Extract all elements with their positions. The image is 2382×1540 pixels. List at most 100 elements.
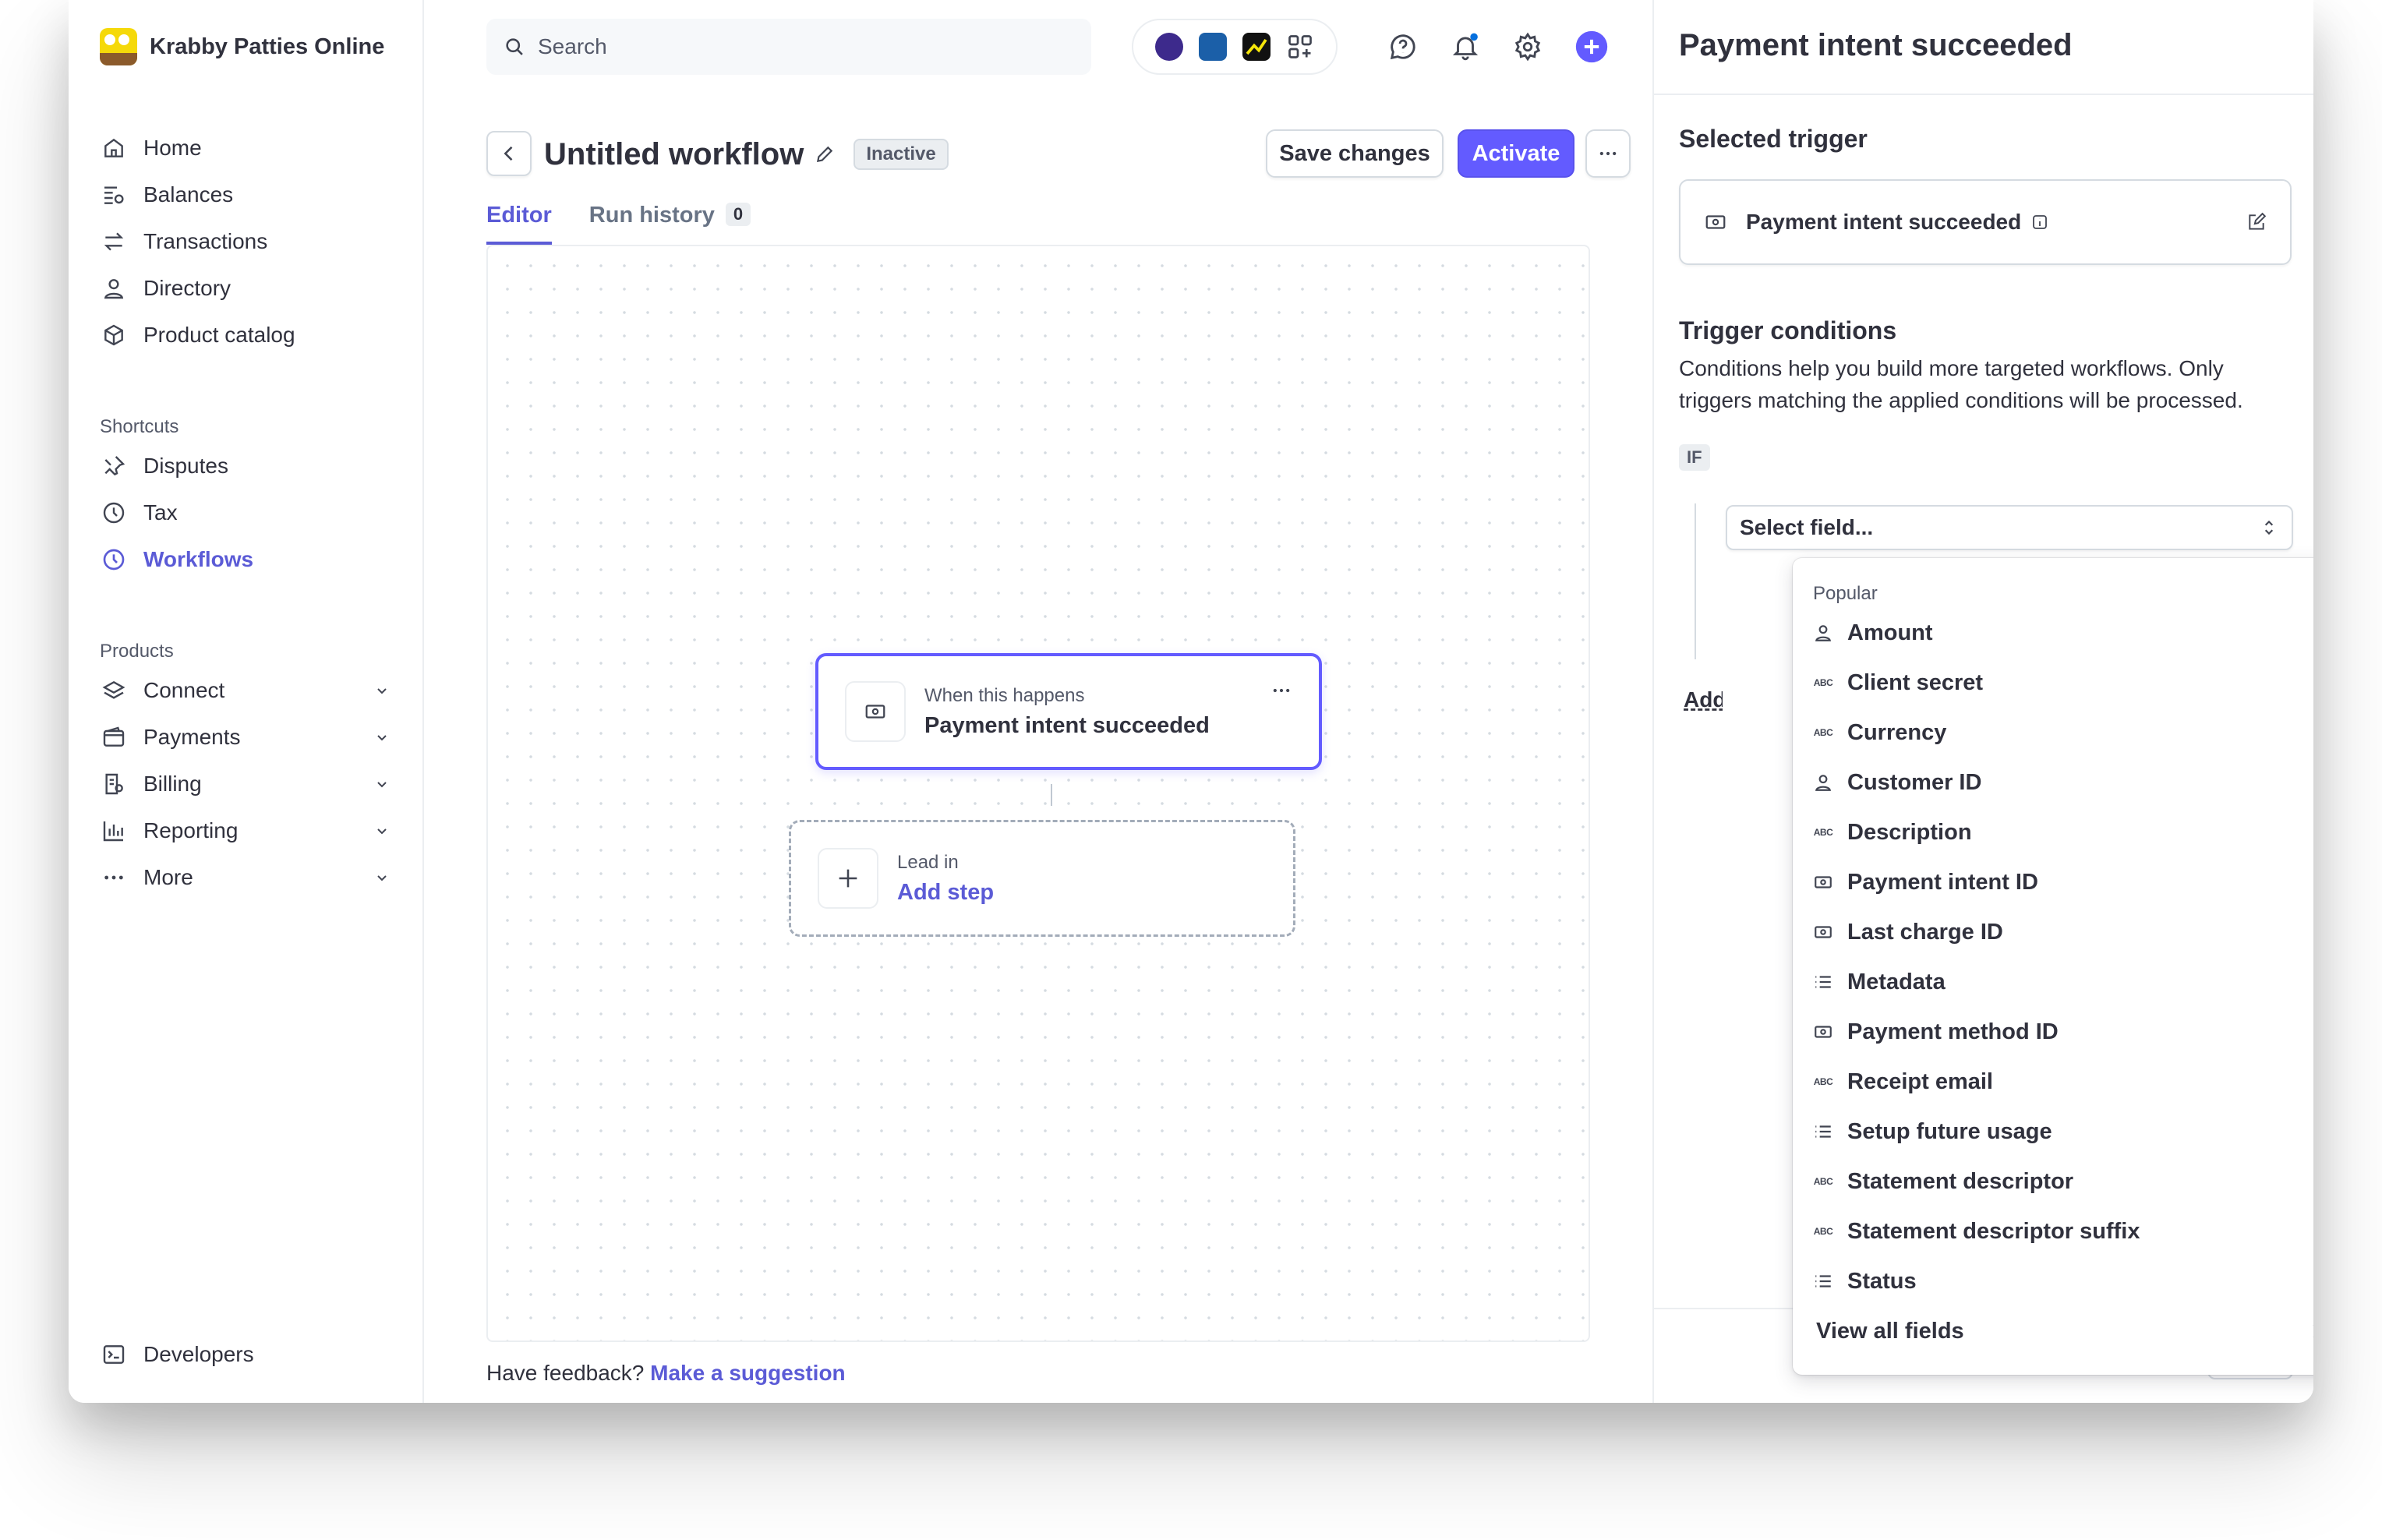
sidebar-item-product-catalog[interactable]: Product catalog bbox=[100, 312, 391, 359]
chevron-right-icon bbox=[2306, 1320, 2313, 1342]
sidebar-item-more[interactable]: More bbox=[100, 854, 391, 901]
app-purple-icon[interactable] bbox=[1155, 33, 1183, 61]
make-suggestion-link[interactable]: Make a suggestion bbox=[650, 1361, 846, 1385]
shortcuts-nav: Shortcuts Disputes Tax Workflows bbox=[100, 411, 391, 583]
dropdown-item-client-secret[interactable]: ABC Client secret bbox=[1793, 658, 2313, 708]
tab-editor[interactable]: Editor bbox=[486, 203, 552, 245]
chevron-left-icon bbox=[504, 146, 513, 161]
dropdown-item-description[interactable]: ABC Description bbox=[1793, 807, 2313, 857]
search-placeholder: Search bbox=[538, 34, 607, 58]
sidebar-item-disputes[interactable]: Disputes bbox=[100, 443, 391, 489]
chevron-down-icon[interactable] bbox=[373, 728, 391, 747]
sidebar-item-developers[interactable]: Developers bbox=[100, 1331, 391, 1378]
sidebar-item-home[interactable]: Home bbox=[100, 125, 391, 171]
feedback-text: Have feedback? bbox=[486, 1361, 645, 1385]
divider bbox=[1654, 94, 2313, 95]
dropdown-item-last-charge-id[interactable]: Last charge ID bbox=[1793, 907, 2313, 957]
dropdown-item-payment-intent-id[interactable]: Payment intent ID bbox=[1793, 857, 2313, 907]
dropdown-item-statement-descriptor-suffix[interactable]: ABC Statement descriptor suffix bbox=[1793, 1206, 2313, 1256]
edit-icon[interactable] bbox=[2246, 212, 2267, 232]
app-chart-icon[interactable] bbox=[1242, 33, 1271, 61]
sidebar-item-payments[interactable]: Payments bbox=[100, 714, 391, 761]
sidebar-item-label: Workflows bbox=[143, 547, 254, 571]
dropdown-list: Amount ABC Client secret ABC Currency Custome… bbox=[1793, 608, 2313, 1306]
money-icon bbox=[1813, 922, 1833, 942]
sidebar-item-label: Connect bbox=[143, 678, 225, 702]
dropdown-item-payment-method-id[interactable]: Payment method ID bbox=[1793, 1007, 2313, 1057]
activate-button[interactable]: Activate bbox=[1458, 129, 1574, 178]
pin-icon bbox=[100, 452, 128, 480]
edit-pencil-icon[interactable] bbox=[815, 144, 835, 164]
shortcuts-heading: Shortcuts bbox=[100, 416, 179, 437]
app-blue-icon[interactable] bbox=[1199, 33, 1227, 61]
products-heading: Products bbox=[100, 641, 174, 662]
field-select[interactable]: Select field... bbox=[1726, 505, 2293, 550]
list-icon bbox=[1813, 1121, 1833, 1142]
trigger-node[interactable]: When this happens Payment intent succeed… bbox=[815, 653, 1322, 770]
tab-label: Run history bbox=[588, 203, 715, 228]
dropdown-item-amount[interactable]: Amount bbox=[1793, 608, 2313, 658]
sidebar-item-balances[interactable]: Balances bbox=[100, 171, 391, 218]
app-window: Krabby Patties Online Home Balances Tran… bbox=[69, 0, 2313, 1403]
sidebar-item-label: Developers bbox=[143, 1342, 254, 1366]
dropdown-item-statement-descriptor[interactable]: ABC Statement descriptor bbox=[1793, 1157, 2313, 1206]
abc-icon: ABC bbox=[1813, 727, 1833, 738]
back-button[interactable] bbox=[486, 131, 532, 176]
sidebar-item-tax[interactable]: Tax bbox=[100, 489, 391, 536]
dropdown-item-label: Setup future usage bbox=[1847, 1118, 2052, 1144]
account-switcher[interactable]: Krabby Patties Online bbox=[100, 28, 384, 65]
dropdown-item-status[interactable]: Status bbox=[1793, 1256, 2313, 1306]
tab-run-history[interactable]: Run history 0 bbox=[589, 203, 751, 245]
plus-icon bbox=[818, 848, 878, 909]
trigger-conditions-description: Conditions help you build more targeted … bbox=[1679, 356, 2243, 412]
home-icon bbox=[100, 134, 128, 162]
info-icon[interactable] bbox=[2030, 213, 2049, 231]
transactions-icon bbox=[100, 228, 128, 256]
add-condition-label: Add condition bbox=[1684, 687, 1723, 712]
dropdown-item-currency[interactable]: ABC Currency bbox=[1793, 708, 2313, 758]
sidebar-item-connect[interactable]: Connect bbox=[100, 667, 391, 714]
chevron-down-icon[interactable] bbox=[373, 821, 391, 840]
workflow-canvas[interactable]: When this happens Payment intent succeed… bbox=[486, 245, 1590, 1342]
save-changes-button[interactable]: Save changes bbox=[1266, 129, 1444, 178]
feedback-line: Have feedback? Make a suggestion bbox=[486, 1361, 846, 1386]
app-grid-icon[interactable] bbox=[1286, 33, 1314, 61]
sidebar-item-billing[interactable]: Billing bbox=[100, 761, 391, 807]
money-icon bbox=[845, 681, 906, 742]
search-icon bbox=[504, 36, 525, 58]
help-icon[interactable] bbox=[1386, 30, 1420, 64]
chevron-down-icon[interactable] bbox=[373, 775, 391, 793]
settings-gear-icon[interactable] bbox=[1511, 30, 1545, 64]
dropdown-item-label: Customer ID bbox=[1847, 769, 1982, 795]
dropdown-item-customer-id[interactable]: Customer ID bbox=[1793, 758, 2313, 807]
view-all-fields-item[interactable]: View all fields bbox=[1793, 1306, 2313, 1356]
field-dropdown-menu: Popular Amount ABC Client secret ABC Currenc… bbox=[1793, 558, 2313, 1375]
chevron-down-icon[interactable] bbox=[373, 868, 391, 887]
abc-icon: ABC bbox=[1813, 1076, 1833, 1087]
dropdown-item-receipt-email[interactable]: ABC Receipt email bbox=[1793, 1057, 2313, 1107]
dropdown-item-label: Payment intent ID bbox=[1847, 869, 2038, 895]
more-options-button[interactable] bbox=[1585, 129, 1631, 178]
trigger-conditions-heading: Trigger conditions bbox=[1679, 316, 1897, 344]
workflow-title-group: Untitled workflow Inactive bbox=[544, 134, 949, 175]
sidebar-item-transactions[interactable]: Transactions bbox=[100, 218, 391, 265]
sidebar-item-workflows[interactable]: Workflows bbox=[100, 536, 391, 583]
workflow-tabs: Editor Run history 0 bbox=[486, 203, 751, 245]
abc-icon: ABC bbox=[1813, 827, 1833, 838]
sidebar-item-directory[interactable]: Directory bbox=[100, 265, 391, 312]
notifications-bell-icon[interactable] bbox=[1448, 30, 1483, 64]
chart-icon bbox=[100, 817, 128, 845]
search-input[interactable]: Search bbox=[486, 19, 1091, 75]
add-step-node[interactable]: Lead in Add step bbox=[789, 820, 1295, 937]
sidebar: Krabby Patties Online Home Balances Tran… bbox=[69, 0, 424, 1403]
sidebar-item-reporting[interactable]: Reporting bbox=[100, 807, 391, 854]
sidebar-item-label: Balances bbox=[143, 182, 234, 207]
sidebar-item-label: Tax bbox=[143, 500, 178, 525]
dropdown-item-label: Statement descriptor suffix bbox=[1847, 1218, 2140, 1244]
add-condition-button[interactable]: Add condition bbox=[1679, 687, 1723, 712]
node-menu-dots-icon[interactable] bbox=[1271, 680, 1292, 701]
chevron-down-icon[interactable] bbox=[373, 681, 391, 700]
dropdown-item-metadata[interactable]: Metadata bbox=[1793, 957, 2313, 1007]
create-plus-icon[interactable] bbox=[1574, 30, 1609, 64]
dropdown-item-setup-future-usage[interactable]: Setup future usage bbox=[1793, 1107, 2313, 1157]
